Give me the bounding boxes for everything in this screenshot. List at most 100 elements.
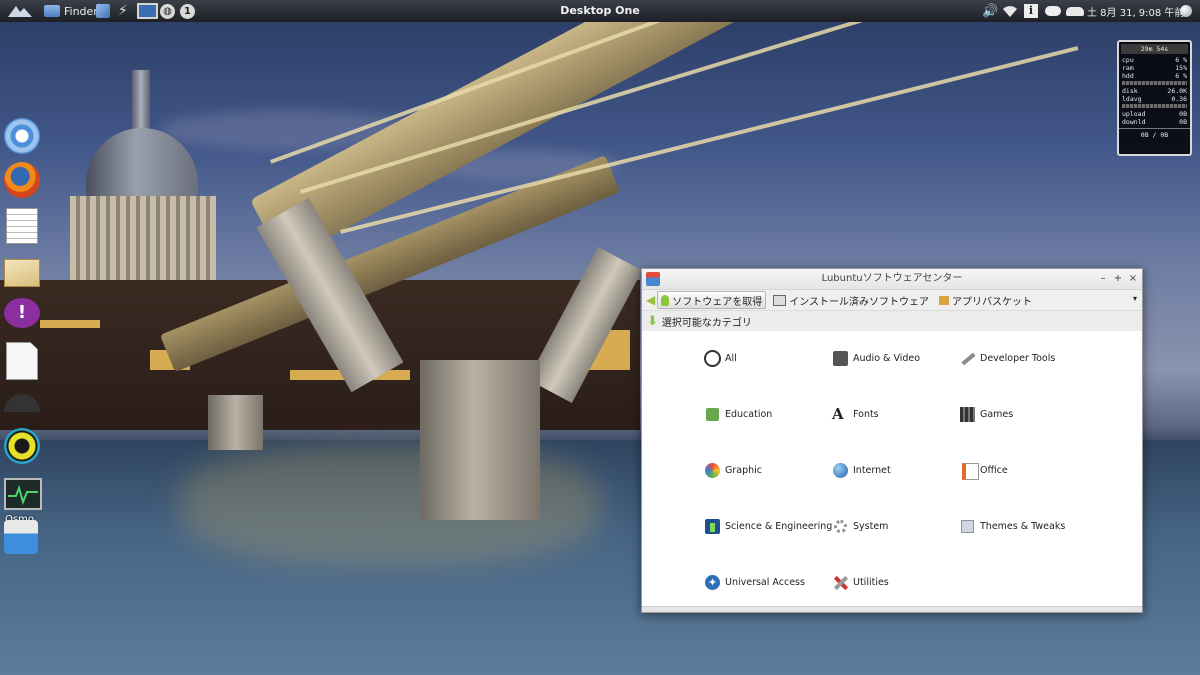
internet-icon <box>832 462 849 479</box>
disk-value: 26.0K <box>1167 87 1187 95</box>
category-office[interactable]: Office <box>959 460 1008 480</box>
osmo-icon[interactable] <box>4 384 40 420</box>
basket-icon <box>939 295 950 305</box>
clock[interactable]: 土 8月 31, 9:08 午前 <box>1087 0 1184 22</box>
category-themes-tweaks-label: Themes & Tweaks <box>980 520 1066 532</box>
education-icon <box>704 406 721 423</box>
office-icon <box>959 462 979 480</box>
libreoffice-icon[interactable] <box>4 342 40 380</box>
launcher-bolt-icon[interactable]: ⚡ <box>118 0 128 22</box>
category-audio-video-label: Audio & Video <box>853 352 921 364</box>
audio-video-icon <box>832 350 849 367</box>
category-utilities[interactable]: Utilities <box>832 572 889 592</box>
category-internet[interactable]: Internet <box>832 460 891 480</box>
breadcrumb: ⬇ 選択可能なカテゴリ <box>642 311 1142 332</box>
maximize-button[interactable]: + <box>1111 271 1125 287</box>
tab-installed-software[interactable]: インストール済みソフトウェア <box>770 292 932 308</box>
category-fonts[interactable]: A Fonts <box>832 404 879 424</box>
category-themes-tweaks[interactable]: Themes & Tweaks <box>959 516 1065 536</box>
category-audio-video[interactable]: Audio & Video <box>832 348 920 368</box>
installed-software-icon <box>773 294 787 306</box>
info-icon[interactable]: i <box>1024 0 1038 22</box>
category-all-label: All <box>725 352 737 364</box>
downld-value: 0B <box>1179 118 1187 126</box>
usage-bar <box>1122 81 1187 85</box>
developer-tools-icon <box>959 350 976 367</box>
science-icon <box>704 518 721 535</box>
text-editor-icon[interactable] <box>4 208 40 244</box>
all-icon <box>704 349 721 367</box>
upload-value: 0B <box>1179 110 1187 118</box>
ram-value: 15% <box>1175 64 1187 72</box>
category-education-label: Education <box>725 408 773 420</box>
firefox-icon[interactable] <box>4 162 40 198</box>
finder-button[interactable]: Finder <box>44 0 98 22</box>
down-arrow-icon: ⬇ <box>647 313 658 329</box>
category-developer-tools[interactable]: Developer Tools <box>959 348 1055 368</box>
category-grid: All Audio & Video Developer Tools Educat… <box>642 331 1142 612</box>
window-titlebar[interactable]: Lubuntuソフトウェアセンター – + × <box>642 269 1142 290</box>
system-monitor-icon[interactable] <box>4 478 42 514</box>
tab-app-basket-label: アプリバスケット <box>952 296 1033 308</box>
empathy-icon[interactable]: ! <box>4 298 40 334</box>
back-arrow-icon[interactable]: ◀ <box>646 293 655 307</box>
category-developer-tools-label: Developer Tools <box>980 352 1056 364</box>
tab-app-basket[interactable]: アプリバスケット <box>936 292 1035 308</box>
category-games[interactable]: Games <box>959 404 1013 424</box>
overflow-menu-icon[interactable]: ▾ <box>1133 294 1137 303</box>
cloud-sync-icon[interactable] <box>1045 0 1061 22</box>
calendar-icon[interactable] <box>4 520 40 556</box>
deadbeef-icon[interactable] <box>4 428 40 464</box>
breadcrumb-label: 選択可能なカテゴリ <box>661 317 752 329</box>
themes-tweaks-icon <box>959 518 976 535</box>
monitor-icon[interactable] <box>137 0 158 22</box>
system-gear-icon <box>832 518 849 535</box>
close-button[interactable]: × <box>1126 271 1140 287</box>
category-universal-access-label: Universal Access <box>725 576 805 588</box>
toolbar: ◀ ソフトウェアを取得 インストール済みソフトウェア アプリバスケット ▾ <box>642 290 1142 311</box>
utilities-icon <box>832 574 849 591</box>
upload-label: upload <box>1122 110 1146 118</box>
tab-get-software[interactable]: ソフトウェアを取得 <box>657 291 767 309</box>
finder-label: Finder <box>64 4 98 18</box>
category-system-label: System <box>853 520 889 532</box>
category-graphic-label: Graphic <box>725 464 763 476</box>
category-all[interactable]: All <box>704 348 737 368</box>
hdd-value: 6 % <box>1175 72 1187 80</box>
cpu-label: cpu <box>1122 56 1134 64</box>
top-panel: Finder ⚡ ◍ 1 Desktop One 🔊 i 土 8月 31, 9:… <box>0 0 1200 22</box>
show-desktop-icon[interactable] <box>96 0 110 22</box>
category-internet-label: Internet <box>853 464 891 476</box>
category-system[interactable]: System <box>832 516 888 536</box>
fonts-icon: A <box>832 404 844 423</box>
tab-installed-software-label: インストール済みソフトウェア <box>789 296 930 308</box>
ram-label: ram <box>1122 64 1134 72</box>
cpu-value: 6 % <box>1175 56 1187 64</box>
get-software-icon <box>661 294 670 306</box>
wifi-icon[interactable] <box>1002 0 1018 22</box>
account-icon[interactable]: ◍ <box>160 0 175 22</box>
status-bar <box>642 606 1142 612</box>
mail-icon[interactable] <box>4 254 40 290</box>
tab-get-software-label: ソフトウェアを取得 <box>672 296 763 308</box>
chromium-icon[interactable] <box>4 118 40 154</box>
load-bar <box>1122 104 1187 108</box>
weather-icon[interactable] <box>1066 0 1084 22</box>
category-science-engineering[interactable]: Science & Engineering <box>704 516 832 536</box>
ldavg-value: 0.36 <box>1171 95 1187 103</box>
category-universal-access[interactable]: ✦ Universal Access <box>704 572 805 592</box>
hdd-label: hdd <box>1122 72 1134 80</box>
uptime: 29m 54s <box>1121 44 1188 54</box>
minimize-button[interactable]: – <box>1096 271 1110 287</box>
volume-icon[interactable]: 🔊 <box>982 0 998 22</box>
graphic-icon <box>704 462 721 479</box>
category-education[interactable]: Education <box>704 404 772 424</box>
search-icon[interactable] <box>1180 0 1192 22</box>
conky-system-monitor: 29m 54s cpu 6 % ram 15% hdd 6 % disk 26.0K l… <box>1117 40 1192 156</box>
lubuntu-menu-icon[interactable] <box>6 0 34 22</box>
workspace-switcher[interactable]: 1 <box>180 0 195 22</box>
category-utilities-label: Utilities <box>853 576 889 588</box>
category-graphic[interactable]: Graphic <box>704 460 762 480</box>
games-icon <box>959 406 976 423</box>
software-center-window: Lubuntuソフトウェアセンター – + × ◀ ソフトウェアを取得 インスト… <box>641 268 1143 613</box>
